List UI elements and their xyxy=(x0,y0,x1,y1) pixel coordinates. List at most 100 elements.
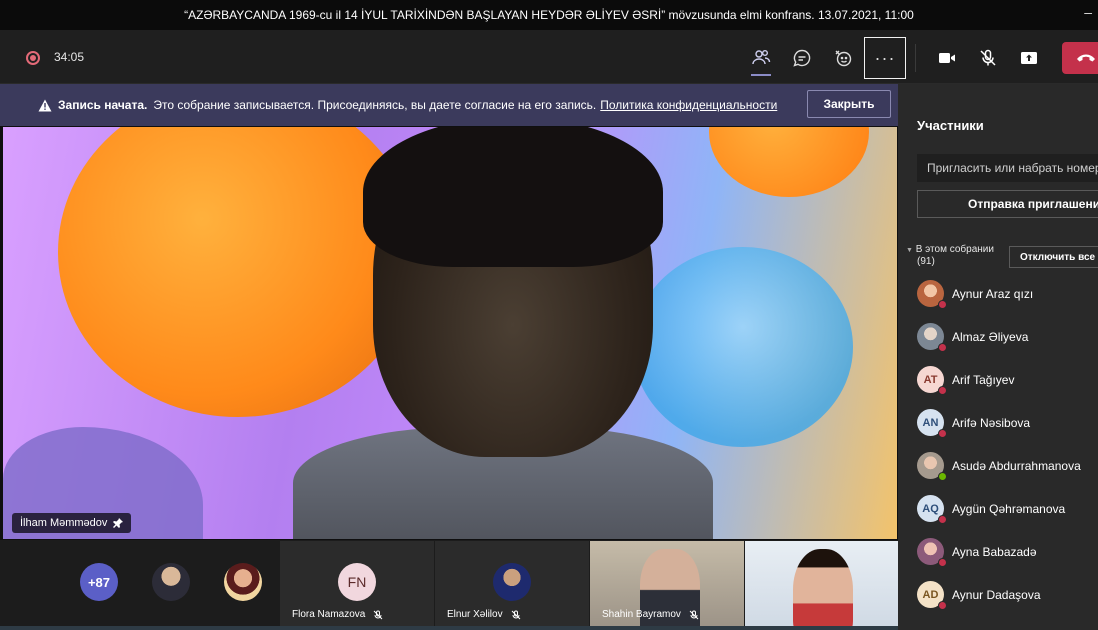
participant-item[interactable]: AQ Aygün Qəhrəmanova xyxy=(917,487,1098,530)
avatar xyxy=(917,323,947,352)
avatar-initials: FN xyxy=(338,563,376,601)
meeting-toolbar: 34:05 ··· xyxy=(0,30,1098,84)
participant-video-tile[interactable]: Shahin Bayramov xyxy=(590,541,744,630)
participant-tile[interactable]: Elnur Xəlilov xyxy=(435,541,589,630)
chat-icon xyxy=(793,49,811,67)
participants-button[interactable] xyxy=(741,38,781,78)
recording-icon xyxy=(26,51,40,65)
mic-off-icon xyxy=(511,610,520,619)
camera-icon xyxy=(939,53,955,63)
mic-off-icon xyxy=(374,610,383,619)
participant-figure xyxy=(793,549,853,630)
participant-video-tile[interactable] xyxy=(745,541,898,630)
microphone-button[interactable] xyxy=(968,38,1008,78)
speaker-name: İlham Məmmədov xyxy=(20,517,108,529)
speaker-hair xyxy=(363,127,663,267)
participant-name: Aygün Qəhrəmanova xyxy=(952,501,1066,516)
participant-name: Arif Tağıyev xyxy=(952,372,1015,387)
tile-name: Elnur Xəlilov xyxy=(447,609,503,620)
minimize-icon[interactable]: – xyxy=(1084,4,1092,20)
panel-title: Участники xyxy=(917,118,984,133)
tile-name-row: Shahin Bayramov xyxy=(602,609,699,620)
participant-name: Almaz Əliyeva xyxy=(952,329,1029,344)
share-button[interactable] xyxy=(1009,38,1049,78)
speaker-figure xyxy=(293,127,713,539)
participant-name: Ayna Babazadə xyxy=(952,544,1037,559)
status-dot xyxy=(938,515,947,524)
initials: AD xyxy=(922,588,939,601)
hang-up-icon xyxy=(1077,54,1095,62)
initials: AQ xyxy=(922,502,939,515)
main-video: İlham Məmmədov xyxy=(3,127,897,539)
avatar xyxy=(917,280,947,309)
active-indicator xyxy=(751,74,771,76)
status-dot xyxy=(938,472,947,481)
window-title: “AZƏRBAYCANDA 1969-cu il 14 İYUL TARİXİN… xyxy=(184,8,914,22)
status-dot xyxy=(938,300,947,309)
participant-avatar[interactable] xyxy=(224,563,262,601)
tile-name: Flora Namazova xyxy=(292,609,366,620)
avatar-initials: AT xyxy=(917,366,947,395)
more-actions-button[interactable]: ··· xyxy=(864,37,906,79)
participant-item[interactable]: AN Arifə Nəsibova xyxy=(917,401,1098,444)
leave-button[interactable] xyxy=(1062,42,1098,74)
meeting-timer: 34:05 xyxy=(54,50,85,64)
participant-item[interactable]: Aynur Araz qızı xyxy=(917,272,1098,315)
participant-name: Aynur Araz qızı xyxy=(952,286,1034,301)
avatar-initials: AD xyxy=(917,581,947,610)
meeting-section-header[interactable]: ▼ В этом собрании (91) xyxy=(906,244,994,267)
chevron-down-icon: ▼ xyxy=(906,247,913,254)
recording-banner: Запись начата. Это собрание записывается… xyxy=(0,84,898,126)
participant-item[interactable]: AD Aynur Dadaşova xyxy=(917,573,1098,616)
participant-item[interactable]: AT Arif Tağıyev xyxy=(917,358,1098,401)
mute-all-button[interactable]: Отключить все xyxy=(1009,246,1098,268)
tile-name-row: Elnur Xəlilov xyxy=(447,609,521,620)
avatar xyxy=(917,538,947,567)
banner-title: Запись начата. xyxy=(58,98,148,112)
participant-avatar[interactable] xyxy=(152,563,190,601)
tile-name-row: Flora Namazova xyxy=(292,609,383,620)
participant-count: (91) xyxy=(917,256,935,267)
share-screen-icon xyxy=(1021,52,1037,64)
toolbar-separator xyxy=(915,44,916,72)
status-dot xyxy=(938,343,947,352)
avatar-initials: AN xyxy=(917,409,947,438)
status-dot xyxy=(938,429,947,438)
avatar xyxy=(493,563,531,601)
avatar-initials: AQ xyxy=(917,495,947,524)
share-invite-button[interactable]: Отправка приглашения xyxy=(917,190,1098,218)
status-dot xyxy=(938,386,947,395)
background-balloon xyxy=(709,127,869,197)
initials: AT xyxy=(923,373,938,386)
mic-off-icon xyxy=(689,610,699,619)
initials: AN xyxy=(922,416,939,429)
status-dot xyxy=(938,601,947,610)
window-titlebar: “AZƏRBAYCANDA 1969-cu il 14 İYUL TARİXİN… xyxy=(0,0,1098,30)
overflow-participants-button[interactable]: +87 xyxy=(80,563,118,601)
taskbar-edge xyxy=(0,626,898,630)
banner-text: Это собрание записывается. Присоединяясь… xyxy=(153,98,597,112)
people-icon xyxy=(752,50,771,65)
section-label: В этом собрании xyxy=(915,244,994,255)
invite-input[interactable]: Пригласить или набрать номер xyxy=(917,154,1098,182)
participant-item[interactable]: Ayna Babazadə xyxy=(917,530,1098,573)
reactions-button[interactable] xyxy=(823,38,863,78)
participant-item[interactable]: Asudə Abdurrahmanova xyxy=(917,444,1098,487)
participants-panel: Участники Пригласить или набрать номер О… xyxy=(898,84,1098,630)
tile-name: Shahin Bayramov xyxy=(602,609,681,620)
close-banner-button[interactable]: Закрыть xyxy=(807,90,891,118)
participant-list: Aynur Araz qızı Almaz Əliyeva AT Arif Ta… xyxy=(917,272,1098,616)
status-dot xyxy=(938,558,947,567)
participant-item[interactable]: Almaz Əliyeva xyxy=(917,315,1098,358)
pin-icon xyxy=(113,518,124,528)
privacy-policy-link[interactable]: Политика конфиденциальности xyxy=(600,98,777,112)
participant-name: Arifə Nəsibova xyxy=(952,415,1031,430)
participant-name: Asudə Abdurrahmanova xyxy=(952,458,1081,473)
camera-button[interactable] xyxy=(927,38,967,78)
participant-tile[interactable]: FN Flora Namazova xyxy=(280,541,434,630)
reaction-icon xyxy=(835,50,852,67)
chat-button[interactable] xyxy=(782,38,822,78)
speaker-name-tag: İlham Məmmədov xyxy=(12,513,132,533)
mic-off-icon xyxy=(980,49,996,66)
share-invite-label: Отправка приглашения xyxy=(968,197,1098,211)
